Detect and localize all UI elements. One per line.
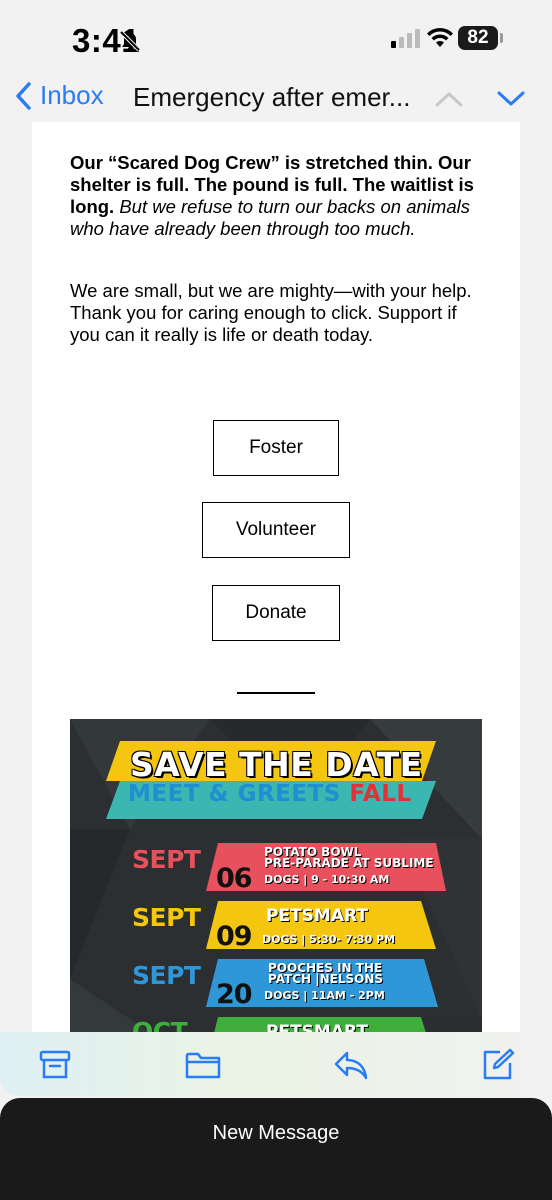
nav-bar: Inbox Emergency after emer... <box>0 76 552 122</box>
event-name: POOCHES IN THE PATCH |NELSONS <box>268 962 384 986</box>
event-time: DOGS | 5:30- 7:30 PM <box>262 933 396 946</box>
battery-indicator: 82 <box>458 26 498 50</box>
event-name: PETSMART <box>266 906 368 926</box>
event-month: OCT <box>132 1017 188 1032</box>
signal-icon <box>391 29 420 48</box>
flyer-subtitle-season: FALL <box>349 781 412 807</box>
event-month: SEPT <box>132 903 201 932</box>
folder-icon[interactable] <box>184 1048 222 1082</box>
archive-icon[interactable] <box>38 1048 72 1082</box>
divider <box>237 692 315 694</box>
back-button[interactable]: Inbox <box>14 80 104 111</box>
status-bar: 3:41 82 <box>0 0 552 76</box>
bell-muted-icon <box>119 30 141 52</box>
reply-icon[interactable] <box>332 1048 370 1082</box>
event-month: SEPT <box>132 845 201 874</box>
email-paragraph-2: We are small, but we are mighty—with you… <box>70 280 472 345</box>
cut-off-text <box>70 122 470 128</box>
foster-button[interactable]: Foster <box>213 420 339 476</box>
flyer-title: SAVE THE DATE <box>130 745 423 784</box>
email-body: Our “Scared Dog Crew” is stretched thin.… <box>32 122 520 1032</box>
donate-button[interactable]: Donate <box>212 585 340 641</box>
volunteer-button[interactable]: Volunteer <box>202 502 350 558</box>
event-time: DOGS | 11AM - 2PM <box>264 989 385 1002</box>
flyer-subtitle-main: MEET & GREETS <box>128 781 341 807</box>
chevron-left-icon <box>16 81 31 110</box>
chevron-down-icon[interactable] <box>496 90 526 108</box>
battery-tip <box>500 33 503 43</box>
event-month: SEPT <box>132 961 201 990</box>
back-label: Inbox <box>40 80 104 110</box>
event-row: SEPT 09 PETSMART DOGS | 5:30- 7:30 PM <box>70 901 482 961</box>
email-subject-title: Emergency after emer... <box>133 82 411 112</box>
chevron-up-icon[interactable] <box>434 90 464 108</box>
new-message-label: New Message <box>212 1122 340 1144</box>
event-day: 20 <box>216 979 253 1010</box>
event-name: POTATO BOWL PRE-PARADE AT SUBLIME <box>264 846 434 870</box>
event-row: SEPT 06 POTATO BOWL PRE-PARADE AT SUBLIM… <box>70 843 482 903</box>
bottom-toolbar <box>0 1032 552 1096</box>
event-name: PETSMART <box>266 1022 368 1032</box>
paragraph-italic-text: But we refuse to turn our backs on anima… <box>70 196 470 239</box>
email-paragraph-1: Our “Scared Dog Crew” is stretched thin.… <box>70 152 490 240</box>
event-row: SEPT 20 POOCHES IN THE PATCH |NELSONS DO… <box>70 959 482 1019</box>
wifi-icon <box>427 27 453 47</box>
new-message-bar[interactable]: New Message <box>0 1098 552 1200</box>
event-name-line-2: PATCH |NELSONS <box>268 972 384 986</box>
save-the-date-flyer[interactable]: SAVE THE DATE MEET & GREETS FALL SEPT 06… <box>70 719 482 1032</box>
compose-icon[interactable] <box>480 1048 516 1082</box>
flyer-subtitle: MEET & GREETS FALL <box>128 781 412 807</box>
event-time: DOGS | 9 - 10:30 AM <box>264 873 390 886</box>
event-row: OCT PETSMART <box>70 1017 482 1032</box>
event-name-line-2: PRE-PARADE AT SUBLIME <box>264 856 434 870</box>
event-day: 06 <box>216 863 253 894</box>
event-day: 09 <box>216 921 253 952</box>
